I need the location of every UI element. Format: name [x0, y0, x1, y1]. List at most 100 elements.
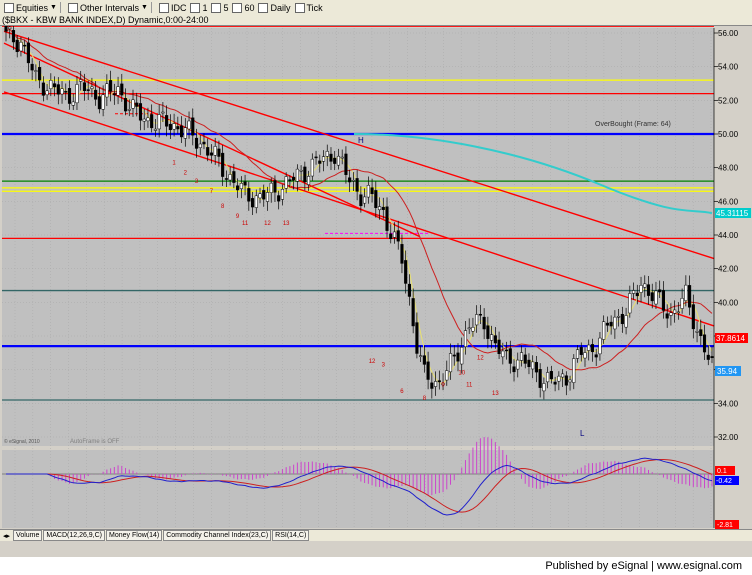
candle-body	[624, 315, 628, 328]
candle-body	[321, 156, 326, 162]
candle-body	[344, 153, 348, 175]
candle-body	[467, 327, 471, 330]
tab-macd[interactable]: MACD(12,26,9,C)	[43, 530, 106, 541]
candle-body	[463, 330, 468, 348]
td-count-label: 11	[466, 383, 473, 389]
candle-body	[116, 86, 120, 96]
price-tick-label: 54.00	[718, 63, 739, 72]
td-count-label: 11	[242, 221, 249, 227]
candle-body	[45, 90, 49, 96]
low-marker: L	[580, 429, 585, 438]
candle-body	[38, 67, 42, 81]
candle-body	[426, 361, 430, 380]
other-intervals-menu[interactable]: Other Intervals ▼	[67, 2, 148, 13]
candle-body	[523, 354, 527, 364]
candle-body	[34, 70, 38, 72]
equities-menu[interactable]: Equities ▼	[4, 2, 57, 13]
idc-button[interactable]: IDC	[158, 2, 186, 13]
candle-body	[198, 143, 202, 148]
candle-body	[688, 285, 692, 308]
price-chart[interactable]: 12378911 12 1312368910111213 56.0054.0052.…	[0, 26, 752, 529]
candle-body	[307, 176, 311, 185]
candle-body	[561, 373, 565, 378]
candle-body	[411, 298, 415, 327]
tab-cci[interactable]: Commodity Channel Index(23,C)	[163, 530, 272, 541]
candle-body	[385, 206, 389, 231]
footer: Published by eSignal | www.esignal.com	[0, 557, 752, 575]
candle-body	[15, 39, 19, 52]
candle-body	[445, 370, 449, 381]
candle-body	[381, 206, 385, 210]
candle-body	[127, 109, 131, 111]
candle-body	[194, 137, 199, 149]
candle-body	[557, 375, 561, 382]
candle-body	[404, 260, 408, 284]
candle-body	[157, 114, 161, 130]
interval-5-button[interactable]: 5	[211, 2, 228, 13]
toolbar-separator	[150, 2, 152, 13]
candle-body	[213, 146, 217, 156]
candle-body	[292, 176, 296, 181]
candle-body	[568, 379, 572, 383]
candle-body	[243, 181, 247, 186]
interval-icon	[232, 2, 243, 13]
candle-body	[236, 185, 240, 191]
candle-body	[254, 195, 258, 208]
candle-body	[549, 371, 553, 380]
price-tick-label: 48.00	[718, 164, 739, 173]
candle-body	[109, 80, 113, 92]
tab-rsi[interactable]: RSI(14,C)	[272, 530, 310, 541]
candle-body	[400, 244, 404, 264]
candle-body	[228, 174, 232, 181]
chevron-down-icon: ▼	[141, 4, 148, 11]
td-count-label: 13	[283, 221, 290, 227]
interval-1-button[interactable]: 1	[190, 2, 207, 13]
candle-body	[654, 290, 658, 305]
tab-money-flow[interactable]: Money Flow(14)	[106, 530, 163, 541]
candle-body	[478, 313, 482, 316]
candle-body	[131, 99, 135, 109]
candle-body	[269, 182, 273, 193]
candle-body	[396, 230, 400, 242]
document-icon	[4, 2, 14, 13]
candle-body	[11, 30, 16, 43]
candle-body	[658, 289, 662, 293]
candle-body	[4, 26, 8, 32]
tab-volume[interactable]: Volume	[13, 530, 43, 541]
idc-icon	[158, 2, 169, 13]
candle-body	[105, 83, 109, 98]
price-tick-label: 32.00	[718, 433, 739, 442]
candle-body	[587, 344, 591, 351]
candle-body	[30, 63, 34, 71]
cyan-ma-badge: 45.31115	[715, 208, 751, 218]
candle-body	[493, 335, 497, 344]
candle-body	[617, 315, 621, 318]
candle-body	[363, 196, 367, 204]
macd-top-badge: 0.1	[715, 466, 735, 475]
candle-body	[602, 321, 606, 340]
candle-body	[684, 284, 688, 301]
candle-body	[374, 190, 378, 208]
macd-bottom-text: -2.81	[717, 522, 733, 529]
candle-body	[676, 311, 680, 314]
interval-icon	[258, 2, 269, 13]
overbought-label: OverBought (Frame: 64)	[595, 121, 671, 128]
candle-body	[366, 185, 370, 198]
candle-body	[635, 292, 639, 297]
candle-body	[23, 44, 27, 47]
candle-body	[695, 331, 699, 333]
tab-scroll-arrows-icon[interactable]: ◂▸	[3, 532, 10, 540]
candle-body	[643, 283, 647, 288]
candle-body	[325, 151, 329, 157]
candle-body	[314, 156, 318, 159]
last-price-text: 35.94	[717, 367, 738, 376]
candle-body	[217, 148, 221, 157]
candle-body	[534, 362, 538, 373]
candle-body	[422, 355, 426, 365]
price-tick-label: 34.00	[718, 399, 739, 408]
interval-daily-button[interactable]: Daily	[258, 2, 291, 13]
candle-body	[202, 141, 206, 145]
candle-body	[448, 353, 453, 373]
interval-tick-button[interactable]: Tick	[294, 2, 323, 13]
interval-60-button[interactable]: 60	[232, 2, 254, 13]
